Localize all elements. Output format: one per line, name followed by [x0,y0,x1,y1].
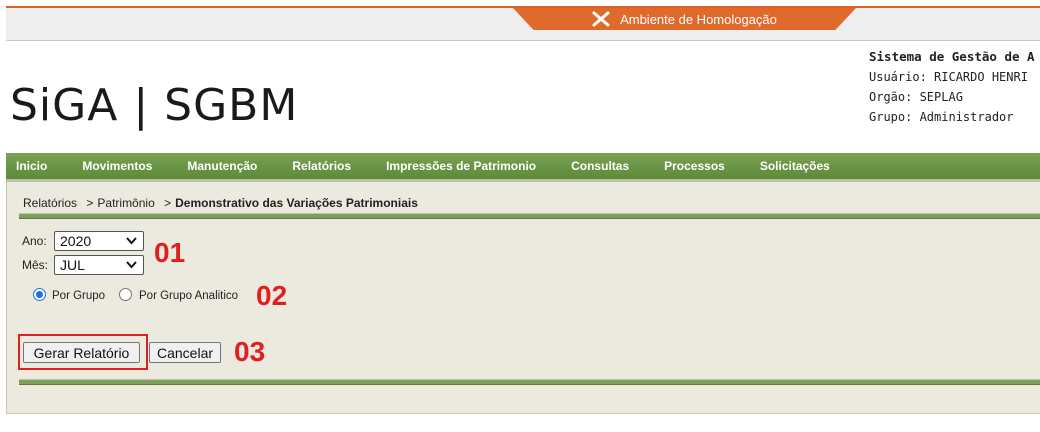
ano-value: 2020 [60,233,92,249]
chevron-down-icon [126,261,137,269]
chevron-down-icon [126,237,137,245]
user-name: Usuário: RICARDO HENRI [869,70,1028,84]
user-info: Sistema de Gestão de A Usuário: RICARDO … [869,47,1040,127]
breadcrumb-item-relatorios[interactable]: Relatórios [23,196,77,210]
annotation-01: 01 [154,237,186,268]
system-name: Sistema de Gestão de A [869,49,1035,64]
radio-por-grupo-analitico[interactable] [119,288,132,301]
mes-select[interactable]: JUL [54,255,144,275]
breadcrumb-current: Demonstrativo das Variações Patrimoniais [175,196,418,210]
app-logo: SiGA | SGBM [10,80,299,131]
radio-por-grupo-label: Por Grupo [52,290,106,302]
mes-label: Mês: [22,258,49,272]
mes-value: JUL [60,257,85,273]
main-menu: Inicio Movimentos Manutenção Relatórios … [6,153,1040,179]
menu-item-consultas[interactable]: Consultas [571,159,629,173]
annotation-02: 02 [256,280,288,311]
section-divider-bottom [19,379,1040,385]
menu-item-impressoes[interactable]: Impressões de Patrimonio [386,159,536,173]
environment-label: Ambiente de Homologação [620,11,777,27]
breadcrumb-separator: > [164,196,172,210]
menu-item-inicio[interactable]: Inicio [16,159,47,173]
ano-select[interactable]: 2020 [54,231,144,251]
tools-icon [592,11,610,27]
menu-item-relatorios[interactable]: Relatórios [292,159,351,173]
annotation-03: 03 [234,336,266,367]
menu-item-manutencao[interactable]: Manutenção [187,159,257,173]
breadcrumb: Relatórios > Patrimônio > Demonstrativo da… [23,196,418,210]
menu-item-processos[interactable]: Processos [664,159,725,173]
ano-label: Ano: [22,234,47,248]
menu-item-movimentos[interactable]: Movimentos [82,159,152,173]
breadcrumb-separator: > [86,196,94,210]
breadcrumb-item-patrimonio[interactable]: Patrimônio [97,196,154,210]
radio-por-grupo[interactable] [33,288,46,301]
content-panel: Relatórios > Patrimônio > Demonstrativo da… [6,182,1040,414]
gerar-relatorio-button[interactable]: Gerar Relatório [23,342,140,363]
user-group: Grupo: Administrador [869,110,1014,124]
user-org: Orgão: SEPLAG [869,90,963,104]
cancelar-button[interactable]: Cancelar [149,342,221,363]
section-divider-top [19,213,1040,219]
environment-bar: Ambiente de Homologação [6,6,1040,41]
environment-tab: Ambiente de Homologação [513,8,856,30]
radio-por-grupo-analitico-label: Por Grupo Analitico [139,290,239,302]
menu-item-solicitacoes[interactable]: Solicitações [760,159,830,173]
